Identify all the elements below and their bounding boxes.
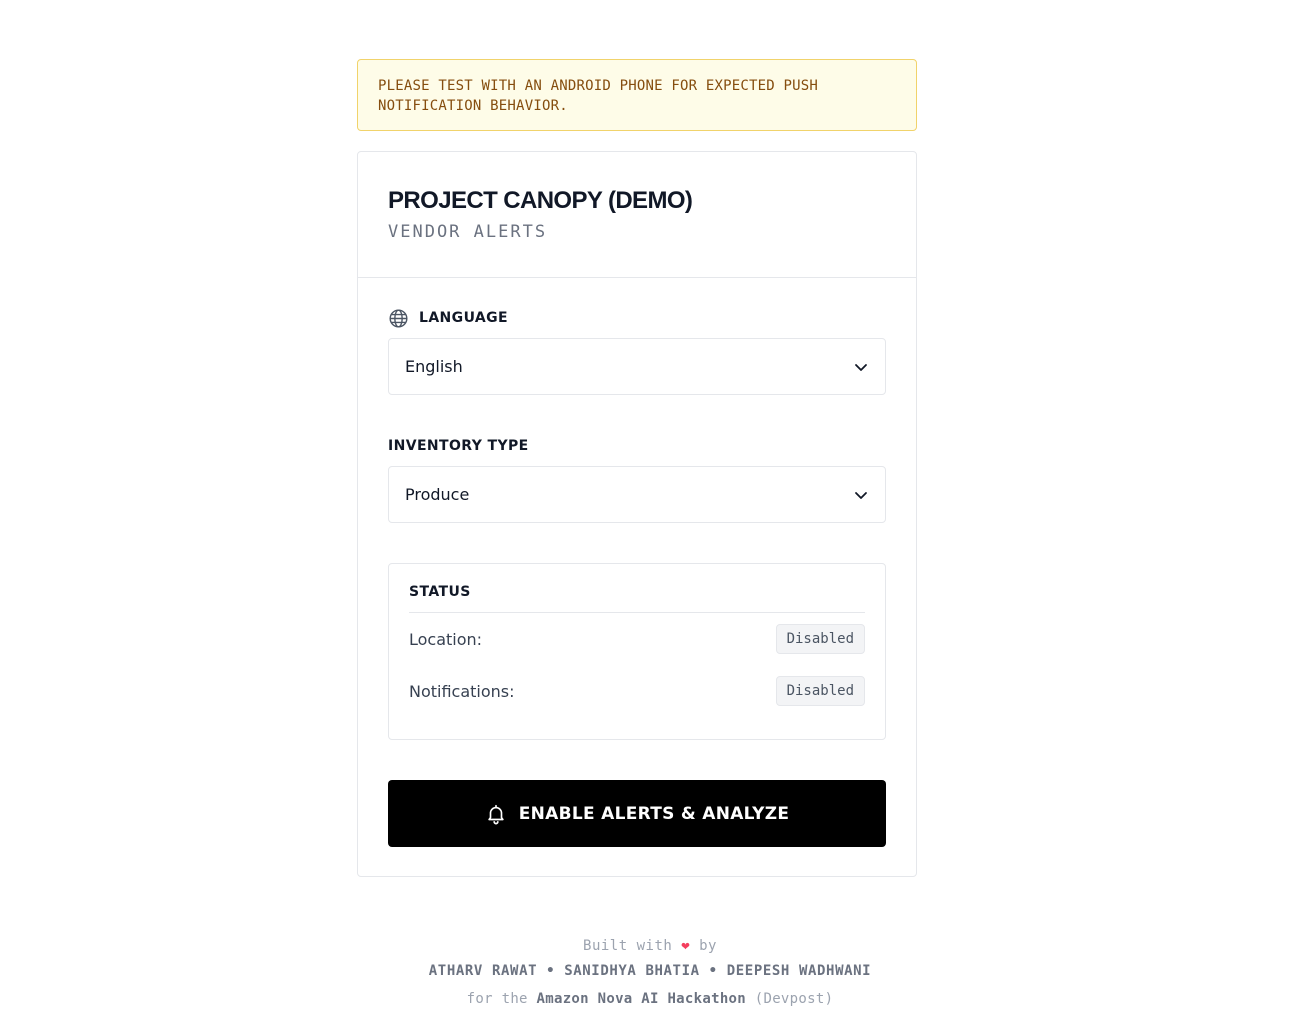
status-badge: Disabled [775, 624, 865, 654]
main-card: PROJECT CANOPY (DEMO) VENDOR ALERTS LANG… [357, 151, 917, 877]
footer-authors: ATHARV RAWAT • SANIDHYA BHATIA • DEEPESH… [428, 963, 872, 979]
status-title: STATUS [409, 584, 865, 613]
language-selected-value: English [405, 357, 463, 376]
page-title: PROJECT CANOPY (DEMO) [388, 187, 693, 214]
card-body: LANGUAGE English INVENTORY TYPE Produce … [358, 278, 916, 847]
inventory-type-label-text: INVENTORY TYPE [388, 438, 529, 454]
footer-for-prefix: for the [466, 991, 528, 1007]
footer: Built with ❤ by ATHARV RAWAT • SANIDHYA … [0, 938, 1300, 1007]
status-row-label: Notifications: [409, 681, 515, 701]
footer-event: for the Amazon Nova AI Hackathon (Devpos… [0, 991, 1300, 1007]
status-row-label: Location: [409, 629, 483, 649]
footer-built-with: Built with ❤ by [0, 938, 1300, 958]
page-subtitle: VENDOR ALERTS [388, 222, 548, 242]
heart-icon: ❤ [681, 938, 691, 954]
status-panel: STATUS Location: Disabled Notifications:… [388, 563, 886, 740]
language-select[interactable]: English [388, 338, 886, 395]
status-row-notifications: Notifications: Disabled [409, 665, 865, 717]
test-notice-banner: PLEASE TEST WITH AN ANDROID PHONE FOR EX… [357, 59, 917, 131]
globe-icon [389, 308, 408, 328]
inventory-type-label: INVENTORY TYPE [388, 436, 886, 456]
status-badge: Disabled [775, 676, 865, 706]
footer-built-suffix: by [699, 938, 717, 954]
test-notice-text: PLEASE TEST WITH AN ANDROID PHONE FOR EX… [378, 78, 819, 114]
language-label-text: LANGUAGE [419, 310, 508, 326]
inventory-selected-value: Produce [405, 485, 470, 504]
footer-built-prefix: Built with [583, 938, 673, 954]
bell-icon [487, 804, 504, 824]
chevron-down-icon [855, 363, 867, 371]
enable-alerts-label: ENABLE ALERTS & ANALYZE [518, 803, 790, 824]
language-label: LANGUAGE [388, 308, 886, 328]
enable-alerts-button[interactable]: ENABLE ALERTS & ANALYZE [388, 780, 886, 847]
footer-platform: (Devpost) [754, 991, 834, 1007]
inventory-type-select[interactable]: Produce [388, 466, 886, 523]
footer-event-name: Amazon Nova AI Hackathon [536, 991, 747, 1007]
status-row-location: Location: Disabled [409, 613, 865, 665]
card-header: PROJECT CANOPY (DEMO) VENDOR ALERTS [358, 152, 916, 278]
chevron-down-icon [855, 491, 867, 499]
